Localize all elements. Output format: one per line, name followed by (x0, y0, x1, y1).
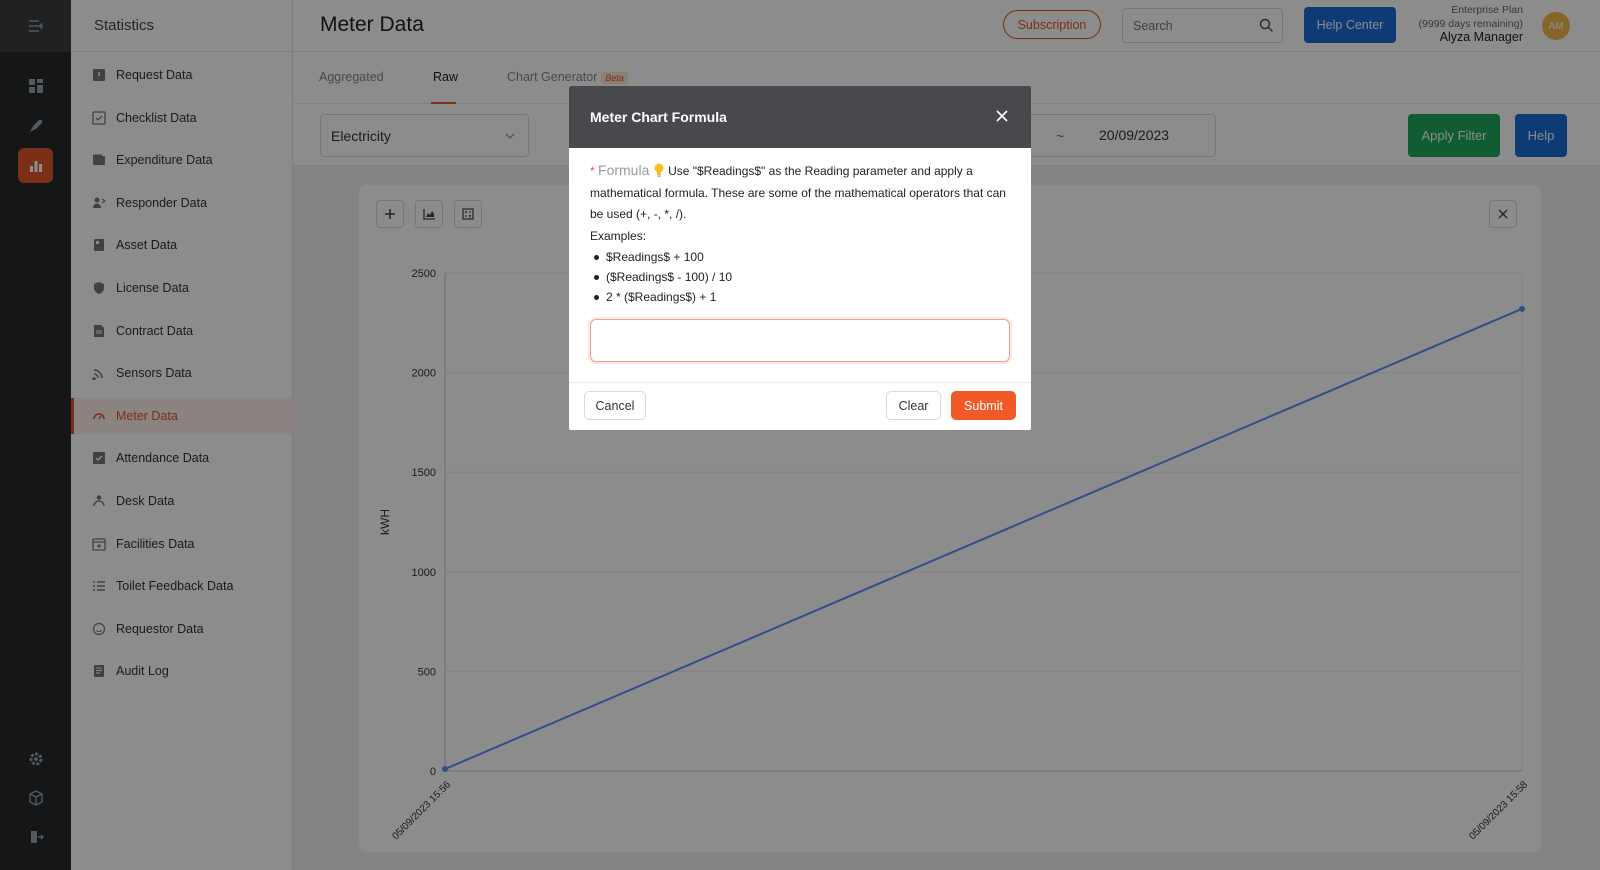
modal-title: Meter Chart Formula (590, 109, 727, 125)
cancel-button[interactable]: Cancel (584, 391, 646, 420)
formula-description: * Formula Use "$Readings$" as the Readin… (590, 160, 1010, 226)
clear-button[interactable]: Clear (886, 391, 941, 420)
close-icon[interactable] (994, 108, 1010, 124)
formula-modal: Meter Chart Formula * Formula Use "$Read… (569, 86, 1031, 430)
submit-button[interactable]: Submit (951, 391, 1016, 420)
modal-body: * Formula Use "$Readings$" as the Readin… (569, 148, 1031, 362)
example-item: 2 * ($Readings$) + 1 (590, 287, 1010, 307)
lightbulb-icon (654, 163, 664, 177)
modal-footer: Cancel Clear Submit (569, 382, 1031, 430)
modal-header: Meter Chart Formula (569, 86, 1031, 148)
examples-list: $Readings$ + 100 ($Readings$ - 100) / 10… (590, 247, 1010, 307)
examples-title: Examples: (590, 228, 647, 243)
example-item: ($Readings$ - 100) / 10 (590, 267, 1010, 287)
required-mark: * (590, 164, 595, 178)
example-item: $Readings$ + 100 (590, 247, 1010, 267)
formula-label: Formula (598, 162, 650, 178)
formula-input[interactable] (590, 319, 1010, 362)
